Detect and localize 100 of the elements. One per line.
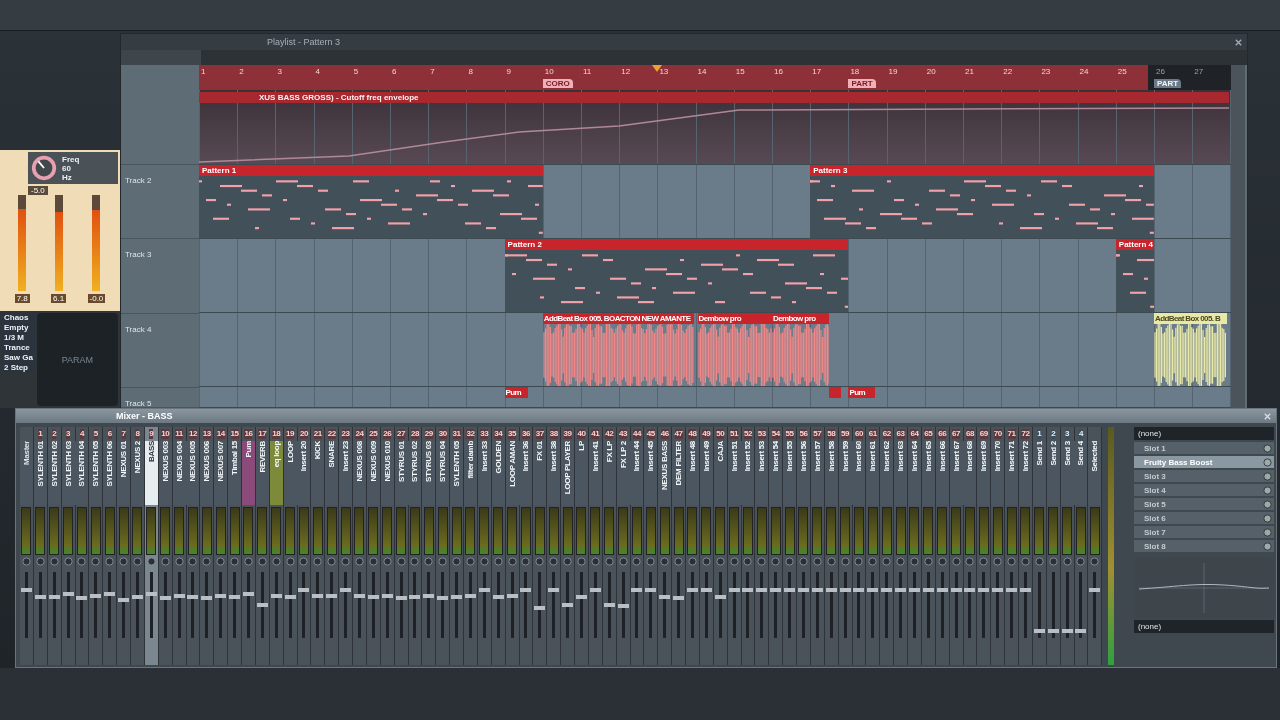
level-meter xyxy=(174,507,185,555)
mixer-strip[interactable]: 14 NEXUS 007 xyxy=(214,427,229,665)
meter-value: -0.0 xyxy=(87,294,106,303)
scrollbar[interactable] xyxy=(1231,65,1245,408)
insert-number: 65 xyxy=(924,429,933,439)
mixer-strip[interactable]: 22 SNARE xyxy=(325,427,340,665)
strip-name: Insert 33 xyxy=(479,441,489,472)
mixer-strip[interactable]: 61 Insert 61 xyxy=(866,427,881,665)
effect-slot[interactable]: Slot 1 xyxy=(1134,442,1274,454)
mixer-strip[interactable]: 70 Insert 70 xyxy=(991,427,1006,665)
close-icon[interactable] xyxy=(1234,37,1243,47)
mixer-strip[interactable]: 54 Insert 54 xyxy=(769,427,784,665)
mixer-strip[interactable]: 24 NEXUS 008 xyxy=(353,427,367,665)
audio-clip-header[interactable]: Pum xyxy=(504,387,528,399)
audio-clip-header[interactable] xyxy=(829,387,841,399)
mixer-strip[interactable]: 53 Insert 53 xyxy=(755,427,770,665)
insert-number: 4 xyxy=(1078,429,1083,439)
preset-item[interactable]: Empty xyxy=(2,323,35,332)
strip-name: REVERB xyxy=(257,441,267,473)
mixer-strip[interactable]: 32 filter damb xyxy=(464,427,478,665)
slot-name: Slot 1 xyxy=(1144,443,1167,453)
section-marker[interactable]: PART xyxy=(1154,79,1182,88)
mixer-strip[interactable]: 56 Insert 56 xyxy=(797,427,811,665)
preset-item[interactable]: Saw Ga xyxy=(2,353,35,362)
effect-slot[interactable]: Slot 7 xyxy=(1134,526,1274,538)
pattern-clip[interactable]: Pattern 1 xyxy=(199,164,543,238)
mixer-strip[interactable]: Selected xyxy=(1088,427,1103,665)
mixer-strip[interactable]: 62 Insert 62 xyxy=(880,427,895,665)
preset-item[interactable]: Chaos xyxy=(2,313,35,322)
preset-item[interactable]: Trance xyxy=(2,343,35,352)
level-meter xyxy=(701,507,712,555)
frequency-knob[interactable] xyxy=(30,154,58,182)
mixer-strip[interactable]: 45 Insert 45 xyxy=(644,427,659,665)
effect-slot[interactable]: Slot 8 xyxy=(1134,540,1274,552)
level-meter xyxy=(451,507,462,555)
section-marker[interactable]: PART xyxy=(848,79,876,88)
mixer-strip[interactable]: Master xyxy=(20,427,34,665)
audio-clip-header[interactable]: AddBeat Box 005. B xyxy=(1154,313,1227,325)
strip-name: FX LP 2 xyxy=(618,441,628,469)
mixer-strip[interactable]: 63 Insert 63 xyxy=(894,427,908,665)
mixer-strip[interactable]: 15 Timbal 15 xyxy=(228,427,242,665)
bar-number: 20 xyxy=(926,67,936,76)
audio-clip-header[interactable]: Dembow pro xyxy=(697,313,772,325)
level-meter xyxy=(160,507,171,555)
mixer-strip[interactable]: 31 SYLENTH 05 xyxy=(450,427,464,665)
mixer-strip[interactable]: 48 Insert 48 xyxy=(686,427,700,665)
mixer-strip[interactable]: 37 FX 01 xyxy=(533,427,548,665)
mixer-strip[interactable]: 5 SYLENTH 05 xyxy=(89,427,104,665)
insert-number: 1 xyxy=(1037,429,1042,439)
track-label[interactable]: Track 4 xyxy=(125,324,152,334)
track-label[interactable]: Track 2 xyxy=(125,176,152,186)
strip-name: Insert 63 xyxy=(896,441,906,472)
mixer-strip[interactable]: 72 Insert 72 xyxy=(1019,427,1033,665)
insert-number: 59 xyxy=(841,429,849,439)
pattern-clip[interactable]: Pattern 4 xyxy=(1115,238,1154,313)
insert-number: 2 xyxy=(1051,429,1056,439)
mixer-strip[interactable]: 7 NEXUS 01 xyxy=(117,427,131,665)
track-label[interactable]: Track 5 xyxy=(125,399,152,408)
mixer-strip[interactable]: 39 LOOP PLAYER xyxy=(561,427,575,665)
effect-slot[interactable]: Slot 3 xyxy=(1134,470,1274,482)
mixer-strip[interactable]: 13 NEXUS 006 xyxy=(200,427,215,665)
strip-name: filter damb xyxy=(465,441,475,479)
mixer-strip[interactable]: 8 NEXUS 2 xyxy=(131,427,145,665)
mixer-strip[interactable]: 40 LP xyxy=(575,427,589,665)
insert-number: 27 xyxy=(397,429,405,439)
mixer-strip[interactable]: 47 DEM FILTER xyxy=(672,427,686,665)
level-meter xyxy=(618,507,629,555)
mixer-strip[interactable]: 55 Insert 55 xyxy=(783,427,797,665)
audio-clip-header[interactable]: Dembow pro xyxy=(772,313,830,325)
bar-number: 11 xyxy=(583,67,592,76)
preset-item[interactable]: 2 Step xyxy=(2,363,35,372)
mixer-strip[interactable]: 38 Insert 38 xyxy=(547,427,562,665)
mixer-strip[interactable]: 16 Pum xyxy=(242,427,256,665)
mixer-strip[interactable]: 71 Insert 71 xyxy=(1005,427,1019,665)
mixer-strip[interactable]: 69 Insert 69 xyxy=(977,427,992,665)
effect-slot[interactable]: Slot 5 xyxy=(1134,498,1274,510)
mixer-strip[interactable]: 21 KICK xyxy=(311,427,326,665)
preset-item[interactable]: 1/3 M xyxy=(2,333,35,342)
mixer-strip[interactable]: 6 SYLENTH 06 xyxy=(103,427,118,665)
audio-clip-header[interactable]: AddBeat Box 005. BOACTON NEW AMANTE xyxy=(542,313,694,325)
bar-number: 4 xyxy=(315,67,321,76)
audio-clip-header[interactable]: Pum xyxy=(848,387,876,399)
meter-value: 7.8 xyxy=(14,294,30,303)
section-marker[interactable]: CORO xyxy=(542,79,573,88)
effect-slot[interactable]: Slot 6 xyxy=(1134,512,1274,524)
timeline-ruler[interactable]: 1 2 3 4 5 6 7 8 9 10 11 12 13 14 15 16 17 18 19 20 21 22 23 24 25 26 27 CORO PART PART xyxy=(199,65,1231,91)
mixer-strip[interactable]: 23 Insert 23 xyxy=(339,427,353,665)
bar-number: 25 xyxy=(1117,67,1127,76)
track-label[interactable]: Track 3 xyxy=(125,250,152,260)
mixer-strip[interactable]: 30 STYRUS 04 xyxy=(436,427,451,665)
effect-slot[interactable]: Slot 4 xyxy=(1134,484,1274,496)
mixer-strip[interactable]: 29 STYRUS 03 xyxy=(422,427,437,665)
meter-value: 6.1 xyxy=(51,294,67,303)
input-selector[interactable]: (none) xyxy=(1134,427,1274,440)
insert-number: 29 xyxy=(424,429,433,439)
mixer-strip[interactable]: 64 Insert 64 xyxy=(908,427,922,665)
output-selector[interactable]: (none) xyxy=(1134,620,1274,633)
pattern-clip[interactable]: Pattern 2 xyxy=(504,238,849,313)
insert-number: 31 xyxy=(452,429,461,439)
mixer-strip[interactable]: 46 NEXUS BASS xyxy=(658,427,673,665)
